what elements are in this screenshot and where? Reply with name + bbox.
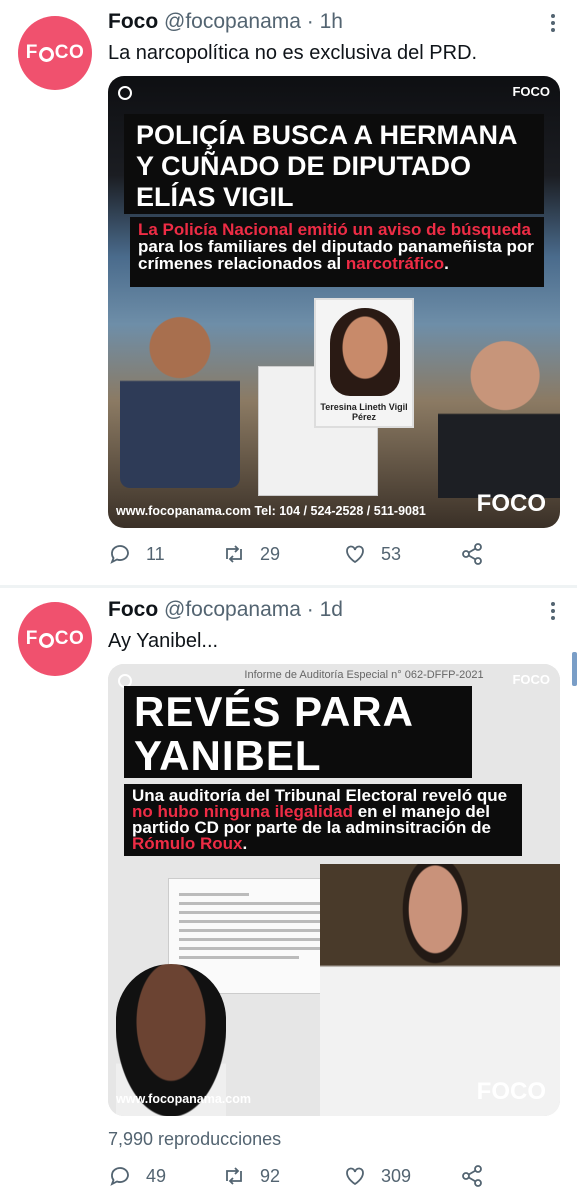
retweet-icon bbox=[226, 1167, 242, 1185]
reply-button[interactable]: 11 bbox=[108, 542, 165, 566]
retweet-icon bbox=[226, 545, 242, 563]
avatar[interactable]: F CO bbox=[18, 16, 92, 90]
share-icon bbox=[462, 1165, 482, 1187]
tweet-text: La narcopolítica no es exclusiva del PRD… bbox=[108, 42, 478, 64]
photo-man-left bbox=[120, 308, 240, 488]
retweet-count: 29 bbox=[260, 543, 281, 564]
like-icon bbox=[346, 1167, 364, 1186]
tweet-media[interactable]: Informe de Auditoría Especial n° 062-DFF… bbox=[108, 664, 560, 1116]
reply-button[interactable]: 49 bbox=[108, 1164, 166, 1188]
like-button[interactable]: 53 bbox=[343, 542, 401, 566]
foco-watermark: FOCO bbox=[476, 490, 546, 517]
photo-caption: Teresina Lineth Vigil Pérez bbox=[320, 402, 408, 422]
more-icon[interactable] bbox=[551, 14, 555, 35]
reply-count: 11 bbox=[146, 543, 165, 564]
foco-logo: FOCO bbox=[512, 84, 550, 99]
like-count: 53 bbox=[381, 543, 402, 564]
tweet-actions: 11 29 53 bbox=[108, 542, 548, 572]
share-icon bbox=[462, 543, 482, 565]
photo-man-right bbox=[438, 328, 560, 498]
tweet-time[interactable]: · 1h bbox=[307, 10, 343, 33]
share-button[interactable] bbox=[460, 1164, 498, 1188]
subtitle-text: . bbox=[444, 254, 449, 273]
document-title: Informe de Auditoría Especial n° 062-DFF… bbox=[244, 669, 484, 681]
like-button[interactable]: 309 bbox=[343, 1164, 411, 1188]
tweet-header: Foco @focopanama · 1h bbox=[108, 10, 343, 34]
share-button[interactable] bbox=[460, 542, 498, 566]
media-footer: www.focopanama.com Tel: 104 / 524-2528 /… bbox=[116, 504, 426, 518]
subtitle-highlight: narcotráfico bbox=[345, 254, 445, 273]
like-count: 309 bbox=[381, 1165, 412, 1186]
reply-count: 49 bbox=[146, 1165, 167, 1186]
author-name[interactable]: Foco bbox=[108, 598, 158, 621]
like-icon bbox=[346, 545, 364, 564]
scrollbar-thumb[interactable] bbox=[572, 652, 577, 686]
target-icon bbox=[118, 86, 132, 100]
media-headline: REVÉS PARA YANIBEL bbox=[124, 686, 472, 778]
media-footer: www.focopanama.com bbox=[116, 1092, 251, 1106]
tweet-time[interactable]: · 1d bbox=[307, 598, 343, 621]
retweet-count: 92 bbox=[260, 1165, 281, 1186]
author-name[interactable]: Foco bbox=[108, 10, 158, 33]
foco-logo: FOCO bbox=[512, 672, 550, 687]
subtitle-text: . bbox=[242, 834, 248, 853]
subtitle-text: para los familiares del diputado panameñ… bbox=[138, 237, 534, 273]
reply-icon bbox=[110, 545, 129, 564]
tweet[interactable]: F CO Foco @focopanama · 1h La narcopolíti… bbox=[0, 0, 577, 585]
tweet-text: Ay Yanibel... bbox=[108, 630, 219, 652]
tweet-media[interactable]: FOCO POLIÇÍA BUSCA A HERMANA Y CUÑADO DE… bbox=[108, 76, 560, 528]
view-count: 7,990 reproducciones bbox=[108, 1129, 282, 1149]
foco-watermark: FOCO bbox=[476, 1078, 546, 1105]
author-handle[interactable]: @focopanama bbox=[164, 10, 301, 33]
tweet-actions: 49 92 309 bbox=[108, 1164, 548, 1194]
media-subtitle: Una auditoría del Tribunal Electoral rev… bbox=[124, 784, 522, 856]
tweet-header: Foco @focopanama · 1d bbox=[108, 598, 343, 622]
more-icon[interactable] bbox=[551, 602, 555, 623]
reply-icon bbox=[110, 1167, 129, 1186]
suspect-photo: Teresina Lineth Vigil Pérez bbox=[314, 298, 414, 428]
retweet-button[interactable]: 29 bbox=[222, 542, 280, 566]
subtitle-highlight: Rómulo Roux bbox=[132, 834, 243, 853]
author-handle[interactable]: @focopanama bbox=[164, 598, 301, 621]
retweet-button[interactable]: 92 bbox=[222, 1164, 280, 1188]
media-headline: POLIÇÍA BUSCA A HERMANA Y CUÑADO DE DIPU… bbox=[124, 114, 544, 214]
media-subtitle: La Policía Nacional emitió un aviso de b… bbox=[130, 217, 544, 287]
avatar[interactable]: F CO bbox=[18, 602, 92, 676]
